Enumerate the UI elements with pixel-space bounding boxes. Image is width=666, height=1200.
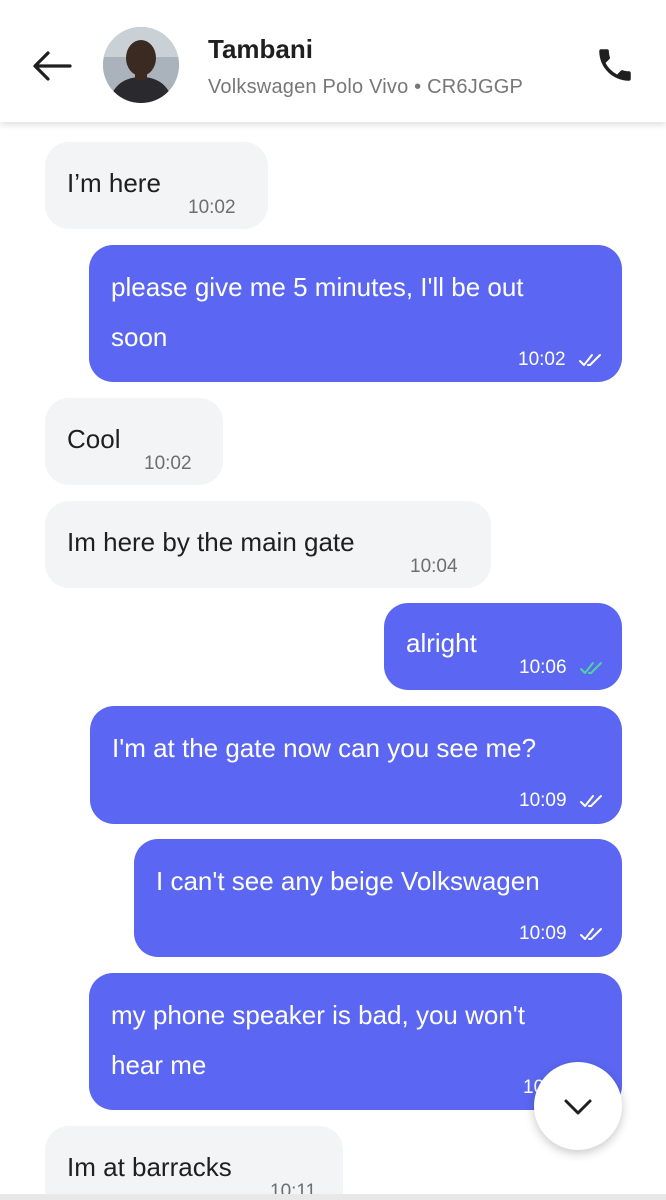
message-outgoing: I'm at the gate now can you see me? 10:0… (90, 706, 622, 824)
message-time: 10:09 (519, 923, 567, 944)
double-check-icon (580, 795, 602, 807)
message-text: Im at barracks (67, 1152, 232, 1182)
message-text: I’m here (67, 168, 161, 198)
message-incoming: I’m here 10:02 (45, 142, 268, 229)
message-time: 10:06 (519, 657, 567, 678)
message-time: 10:02 (188, 197, 236, 218)
message-text: Im here by the main gate (67, 527, 355, 557)
message-list[interactable]: I’m here 10:02 please give me 5 minutes,… (0, 122, 666, 1200)
message-incoming: Im here by the main gate 10:04 (45, 501, 491, 588)
back-button[interactable] (28, 42, 76, 90)
arrow-left-icon (33, 51, 72, 81)
message-text: alright (406, 628, 477, 658)
vehicle-info: Volkswagen Polo Vivo • CR6JGGP (208, 76, 524, 98)
call-button[interactable] (594, 44, 636, 86)
chat-header: Tambani Volkswagen Polo Vivo • CR6JGGP (0, 0, 666, 122)
message-text: my phone speaker is bad, you won't (111, 1000, 525, 1030)
avatar-photo (103, 27, 179, 103)
scroll-to-bottom-button[interactable] (534, 1062, 622, 1150)
bottom-divider (0, 1194, 666, 1200)
driver-name: Tambani (208, 34, 313, 64)
message-outgoing: I can't see any beige Volkswagen 10:09 (134, 839, 622, 957)
message-time: 10:04 (410, 556, 458, 577)
message-incoming: Im at barracks 10:11 (45, 1126, 343, 1200)
message-outgoing: please give me 5 minutes, I'll be out so… (89, 245, 622, 382)
message-incoming: Cool 10:02 (45, 398, 223, 485)
message-text: soon (111, 322, 168, 352)
message-time: 10:02 (518, 349, 566, 370)
message-time: 10:09 (519, 790, 567, 811)
phone-icon (599, 49, 631, 81)
driver-avatar[interactable] (103, 27, 179, 103)
double-check-read-icon (580, 662, 602, 674)
message-text: I can't see any beige Volkswagen (156, 866, 540, 896)
double-check-icon (580, 928, 602, 940)
message-time: 10:02 (144, 453, 192, 474)
message-text: Cool (67, 424, 121, 454)
message-text: hear me (111, 1050, 207, 1080)
message-outgoing: alright 10:06 (384, 603, 622, 690)
message-text: I'm at the gate now can you see me? (112, 733, 537, 763)
chevron-down-icon (564, 1099, 592, 1115)
message-text: please give me 5 minutes, I'll be out (111, 272, 524, 302)
double-check-icon (579, 354, 601, 366)
